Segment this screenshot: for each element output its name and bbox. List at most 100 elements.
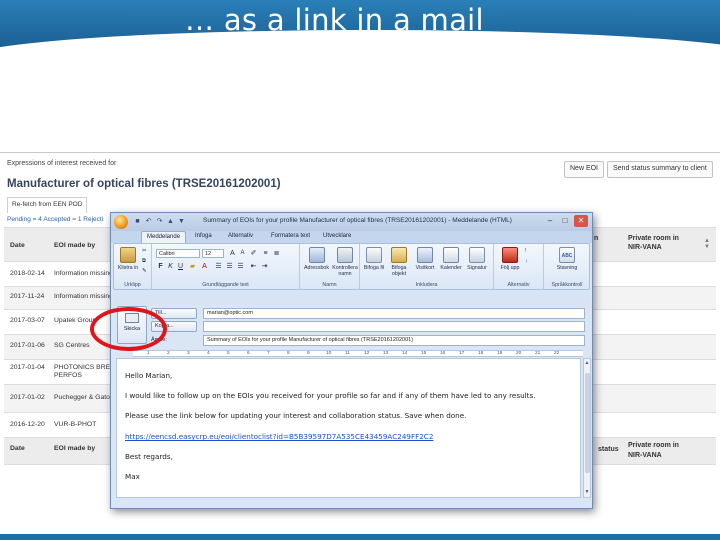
low-importance-icon[interactable]: ↓ [525, 258, 528, 264]
attach-item-label: Bifoga objekt [391, 265, 407, 277]
business-card-label: Visitkort [415, 265, 435, 271]
ribbon-group-proofing: ABC Stavning Språkkontroll [544, 244, 590, 289]
ribbon: Klistra in ✂ ⧉ ✎ Urklipp Calibri 12 A A … [113, 243, 590, 290]
header-status[interactable]: n [594, 234, 598, 243]
basic-text-group-label: Grundläggande text [202, 282, 249, 288]
calendar-button[interactable]: Kalender [439, 247, 463, 271]
status-update-link[interactable]: https://eencsd.easycrp.eu/eoi/clientocli… [125, 432, 433, 441]
header-private-room-line1[interactable]: Private room in [628, 234, 679, 243]
minimize-icon[interactable]: – [543, 215, 557, 227]
window-titlebar: ■ ↶ ↷ ▲ ▼ Summary of EOIs for your profi… [111, 213, 592, 231]
undo-icon[interactable]: ↶ [144, 217, 153, 226]
follow-up-button[interactable]: Följ upp [498, 247, 522, 271]
spelling-label: Stavning [556, 265, 578, 271]
ruler-number: 2 [167, 351, 170, 356]
font-name-select[interactable]: Calibri [156, 249, 200, 258]
highlight-icon[interactable]: ▰ [188, 262, 197, 271]
ruler: 1 2 3 4 5 6 7 8 9 10 11 12 13 14 15 16 1… [133, 350, 583, 357]
calendar-icon [443, 247, 459, 263]
address-book-label: Adressbok [303, 265, 330, 271]
outlook-compose-window: ■ ↶ ↷ ▲ ▼ Summary of EOIs for your profi… [110, 212, 593, 509]
address-book-button[interactable]: Adressbok [303, 247, 330, 271]
ruler-number: 15 [421, 351, 427, 356]
tab-insert[interactable]: Infoga [195, 233, 212, 239]
copy-icon[interactable]: ⧉ [142, 258, 146, 265]
pending-summary: Pending = 4 Accepted = 1 Rejecti [7, 216, 104, 223]
ribbon-group-basic-text: Calibri 12 A A ✐ ≡ ≣ F K U ▰ A ☰ ☰ ☰ ⇤ ⇥… [152, 244, 300, 289]
tab-developer[interactable]: Utvecklare [323, 233, 351, 239]
envelope-icon [391, 247, 407, 263]
office-button-icon[interactable] [114, 215, 128, 229]
ribbon-group-options: Följ upp ! ↓ Alternativ [494, 244, 544, 289]
cut-icon[interactable]: ✂ [142, 248, 147, 254]
attach-item-button[interactable]: Bifoga objekt [387, 247, 411, 277]
bullets-icon[interactable]: ≡ [261, 249, 270, 258]
font-color-icon[interactable]: A [200, 262, 209, 271]
message-body[interactable]: Hello Marian, I would like to follow up … [116, 358, 581, 498]
signature-button[interactable]: Signatur [465, 247, 489, 271]
follow-up-label: Följ upp [500, 265, 520, 271]
maximize-icon[interactable]: □ [558, 215, 572, 227]
shrink-font-icon[interactable]: A [238, 249, 247, 258]
send-status-summary-button[interactable]: Send status summary to client [607, 161, 713, 178]
up-arrow-icon[interactable]: ▲ [166, 217, 175, 226]
row-date: 2017-03-07 [10, 317, 45, 324]
clipboard-icon [120, 247, 136, 263]
ruler-number: 7 [267, 351, 270, 356]
scroll-down-icon[interactable]: ▼ [584, 489, 590, 495]
check-names-button[interactable]: Kontrollera namn [331, 247, 359, 277]
tab-message[interactable]: Meddelande [141, 231, 187, 243]
spelling-button[interactable]: ABC Stavning [552, 247, 582, 271]
ruler-number: 19 [497, 351, 503, 356]
clear-format-icon[interactable]: ✐ [249, 249, 258, 258]
signature-icon [469, 247, 485, 263]
high-importance-icon[interactable]: ! [525, 248, 527, 254]
font-size-select[interactable]: 12 [202, 249, 224, 258]
sort-icon[interactable]: ▲ ▼ [704, 238, 710, 250]
refetch-tab[interactable]: Re-fetch from EEN POD [7, 197, 88, 213]
grow-font-icon[interactable]: A [228, 249, 237, 258]
header-eoi-made-by[interactable]: EOI made by [54, 242, 95, 249]
tab-format-text[interactable]: Formatera text [271, 233, 310, 239]
underline-icon[interactable]: U [176, 262, 185, 271]
subject-field[interactable]: Summary of EOIs for your profile Manufac… [203, 335, 585, 346]
ruler-number: 1 [147, 351, 150, 356]
footer-eoi-made-by: EOI made by [54, 445, 96, 452]
row-eoi-by: Information missing [54, 270, 113, 277]
clipboard-group-label: Urklipp [124, 282, 141, 288]
window-title: Summary of EOIs for your profile Manufac… [203, 217, 512, 224]
tab-options[interactable]: Alternativ [228, 233, 253, 239]
align-left-icon[interactable]: ☰ [214, 262, 223, 271]
format-painter-icon[interactable]: ✎ [142, 268, 147, 274]
bold-icon[interactable]: F [156, 262, 165, 271]
decrease-indent-icon[interactable]: ⇤ [249, 262, 258, 271]
numbering-icon[interactable]: ≣ [272, 249, 281, 258]
save-icon[interactable]: ■ [133, 217, 142, 226]
ribbon-group-names: Adressbok Kontrollera namn Namn [300, 244, 360, 289]
align-center-icon[interactable]: ☰ [225, 262, 234, 271]
header-date[interactable]: Date [10, 242, 25, 249]
row-eoi-by: Puchegger & Gato [54, 394, 110, 401]
check-names-label: Kontrollera namn [332, 265, 358, 277]
row-eoi-by: Upatek Group [54, 317, 97, 324]
to-field[interactable]: marian@optic.com [203, 308, 585, 319]
down-arrow-icon[interactable]: ▼ [177, 217, 186, 226]
italic-icon[interactable]: K [166, 262, 175, 271]
ruler-number: 9 [307, 351, 310, 356]
redo-icon[interactable]: ↷ [155, 217, 164, 226]
align-right-icon[interactable]: ☰ [236, 262, 245, 271]
body-scrollbar[interactable]: ▲ ▼ [583, 358, 591, 498]
increase-indent-icon[interactable]: ⇥ [260, 262, 269, 271]
new-eoi-button[interactable]: New EOI [564, 161, 605, 178]
business-card-button[interactable]: Visitkort [413, 247, 437, 271]
paste-button[interactable]: Klistra in [116, 247, 140, 271]
paste-label: Klistra in [117, 265, 139, 271]
close-icon[interactable]: ✕ [574, 215, 588, 227]
attach-file-button[interactable]: Bifoga fil [362, 247, 386, 271]
ruler-number: 5 [227, 351, 230, 356]
row-eoi-by: SG Centres [54, 342, 90, 349]
scroll-up-icon[interactable]: ▲ [584, 360, 590, 366]
scrollbar-thumb[interactable] [585, 373, 590, 473]
cc-field[interactable] [203, 321, 585, 332]
ruler-number: 13 [383, 351, 389, 356]
